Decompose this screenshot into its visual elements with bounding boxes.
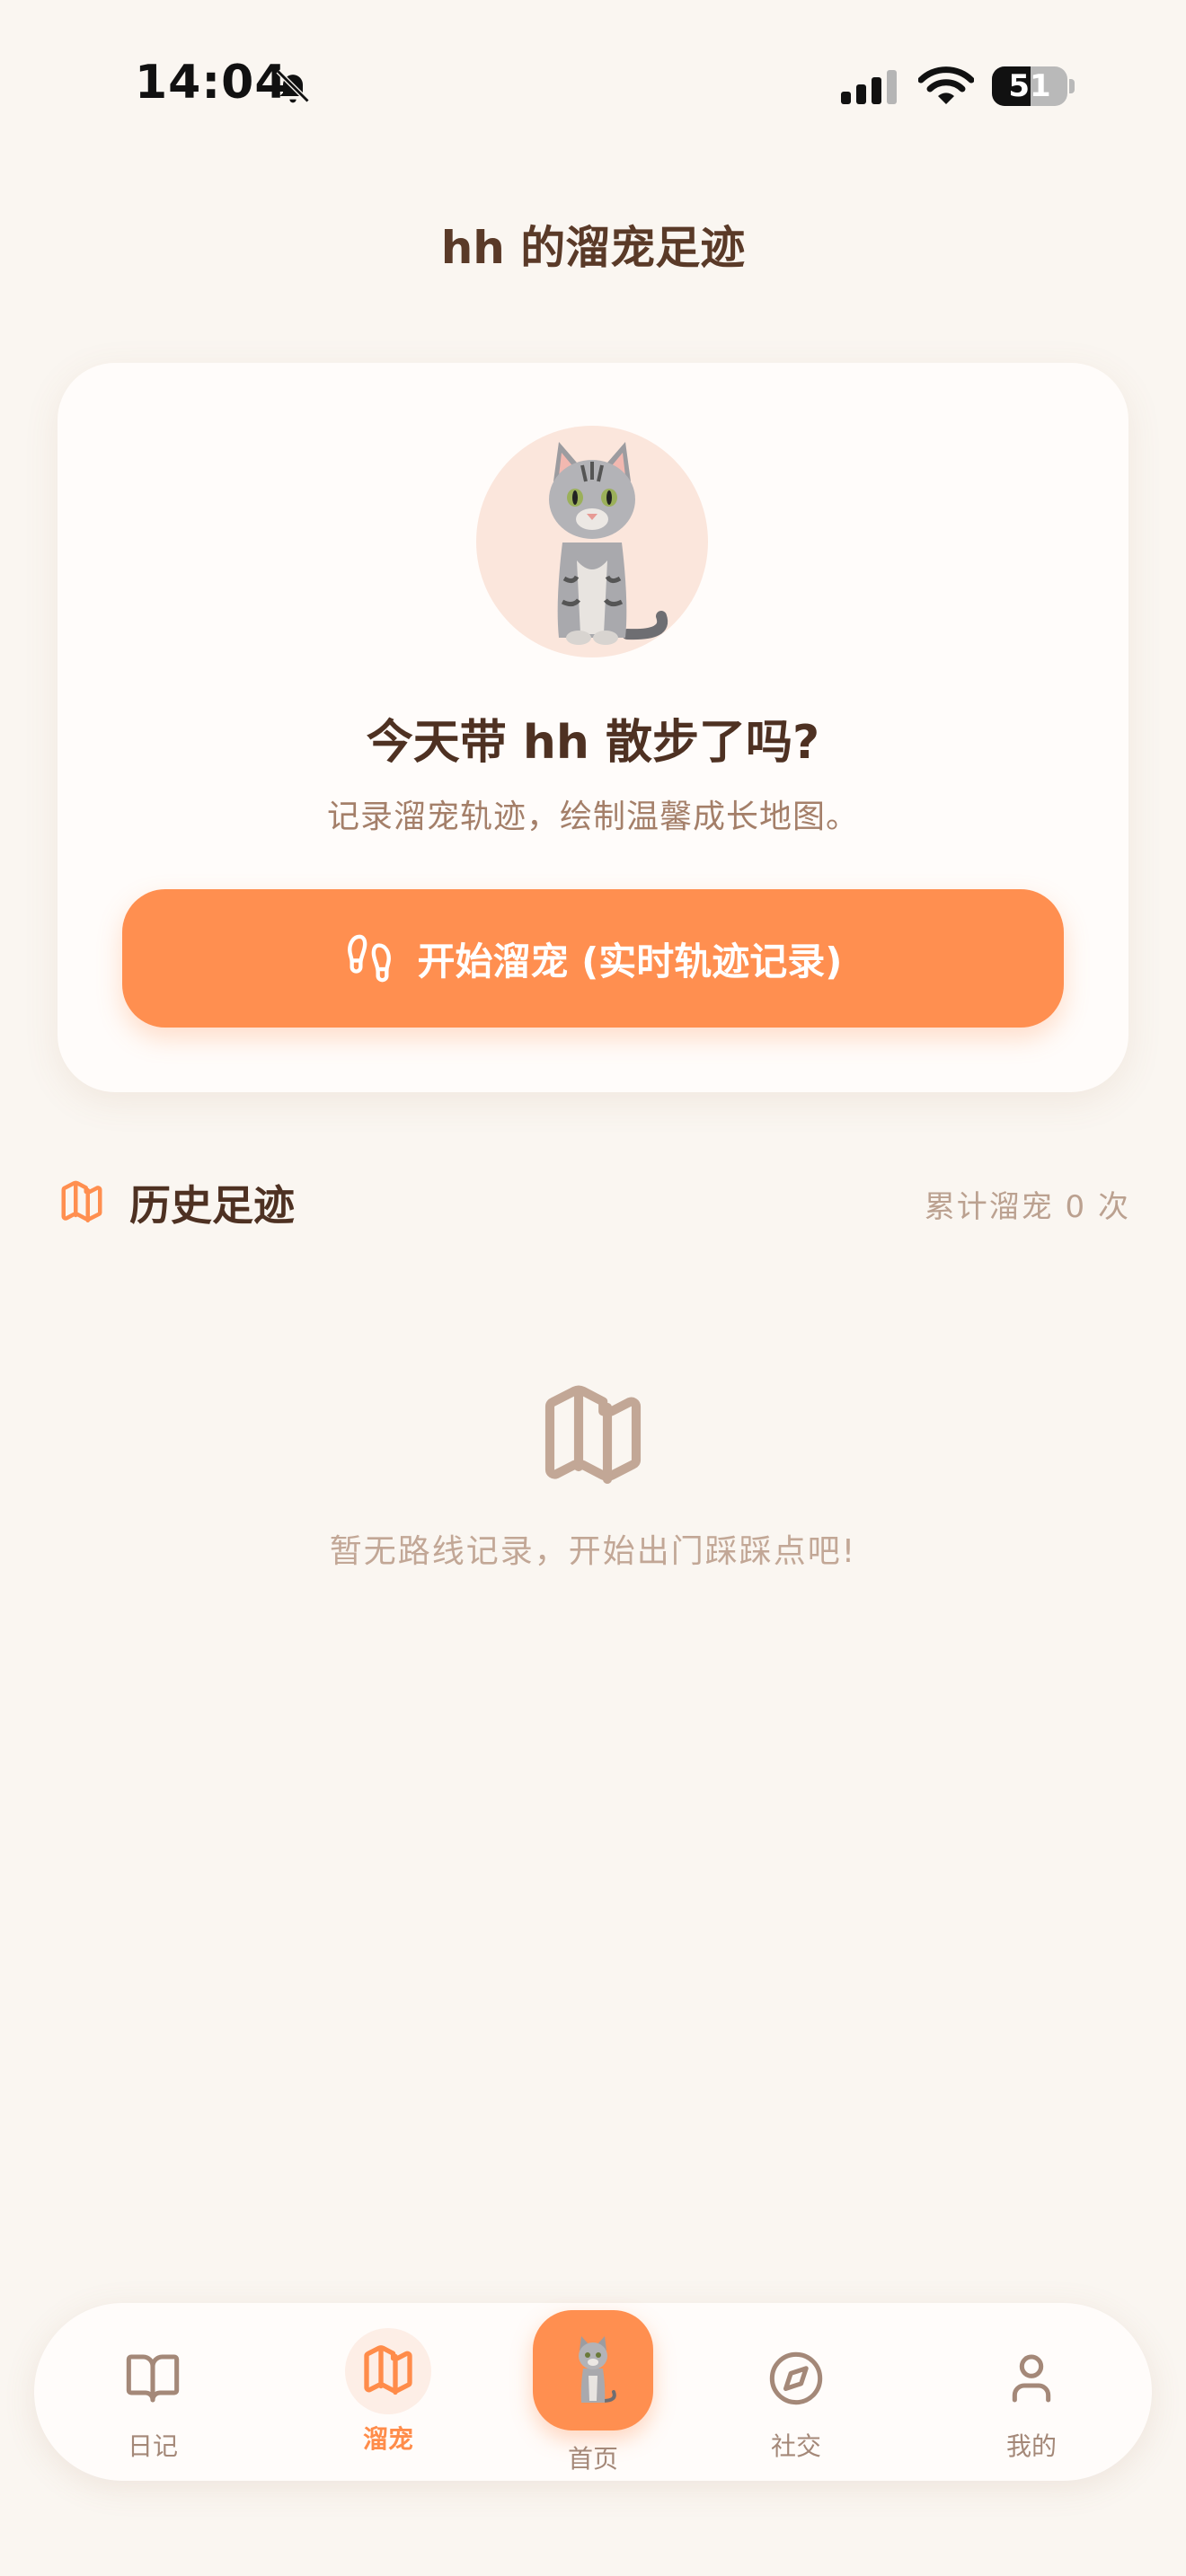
tab-walk[interactable]: 溜宠 <box>298 2328 478 2456</box>
bell-slash-icon <box>276 69 310 103</box>
tab-profile[interactable]: 我的 <box>942 2335 1121 2463</box>
cat-avatar <box>476 426 708 657</box>
bottom-tab-bar: 日记 溜宠 首页 社交 我的 <box>34 2303 1152 2481</box>
compass-icon <box>769 2351 823 2405</box>
book-open-icon <box>126 2354 180 2403</box>
hero-question: 今天带 hh 散步了吗? <box>366 716 820 770</box>
tab-label: 首页 <box>567 2444 618 2474</box>
page-title: hh 的溜宠足迹 <box>440 222 746 274</box>
tab-label: 我的 <box>1005 2431 1057 2461</box>
start-walk-button[interactable]: 开始溜宠 (实时轨迹记录) <box>122 889 1064 1028</box>
cellular-signal-icon <box>841 70 897 104</box>
map-icon <box>544 1385 642 1484</box>
cat-icon <box>579 2336 616 2403</box>
wifi-icon <box>918 66 974 104</box>
history-title: 历史足迹 <box>129 1181 295 1230</box>
empty-state-text: 暂无路线记录，开始出门踩踩点吧! <box>329 1533 857 1570</box>
tab-home[interactable]: 首页 <box>503 2310 683 2475</box>
home-button[interactable] <box>533 2310 653 2430</box>
battery-percent: 51 <box>1008 68 1051 104</box>
hero-subtitle: 记录溜宠轨迹，绘制温馨成长地图。 <box>326 798 859 835</box>
battery-icon: 51 <box>992 66 1075 106</box>
tab-social[interactable]: 社交 <box>706 2335 886 2463</box>
tab-label: 日记 <box>127 2431 178 2461</box>
user-icon <box>1012 2354 1051 2403</box>
tab-diary[interactable]: 日记 <box>63 2335 243 2463</box>
walk-hero-card: 今天带 hh 散步了吗? 记录溜宠轨迹，绘制温馨成长地图。 开始溜宠 (实时轨迹… <box>58 363 1128 1092</box>
walk-count: 累计溜宠 0 次 <box>924 1189 1130 1225</box>
map-icon <box>61 1180 102 1223</box>
map-icon <box>364 2345 412 2395</box>
tab-label: 社交 <box>770 2431 821 2461</box>
footprints-icon <box>348 934 392 983</box>
tab-label: 溜宠 <box>362 2424 413 2454</box>
start-walk-label: 开始溜宠 (实时轨迹记录) <box>417 939 843 984</box>
status-time: 14:04 <box>135 56 288 110</box>
